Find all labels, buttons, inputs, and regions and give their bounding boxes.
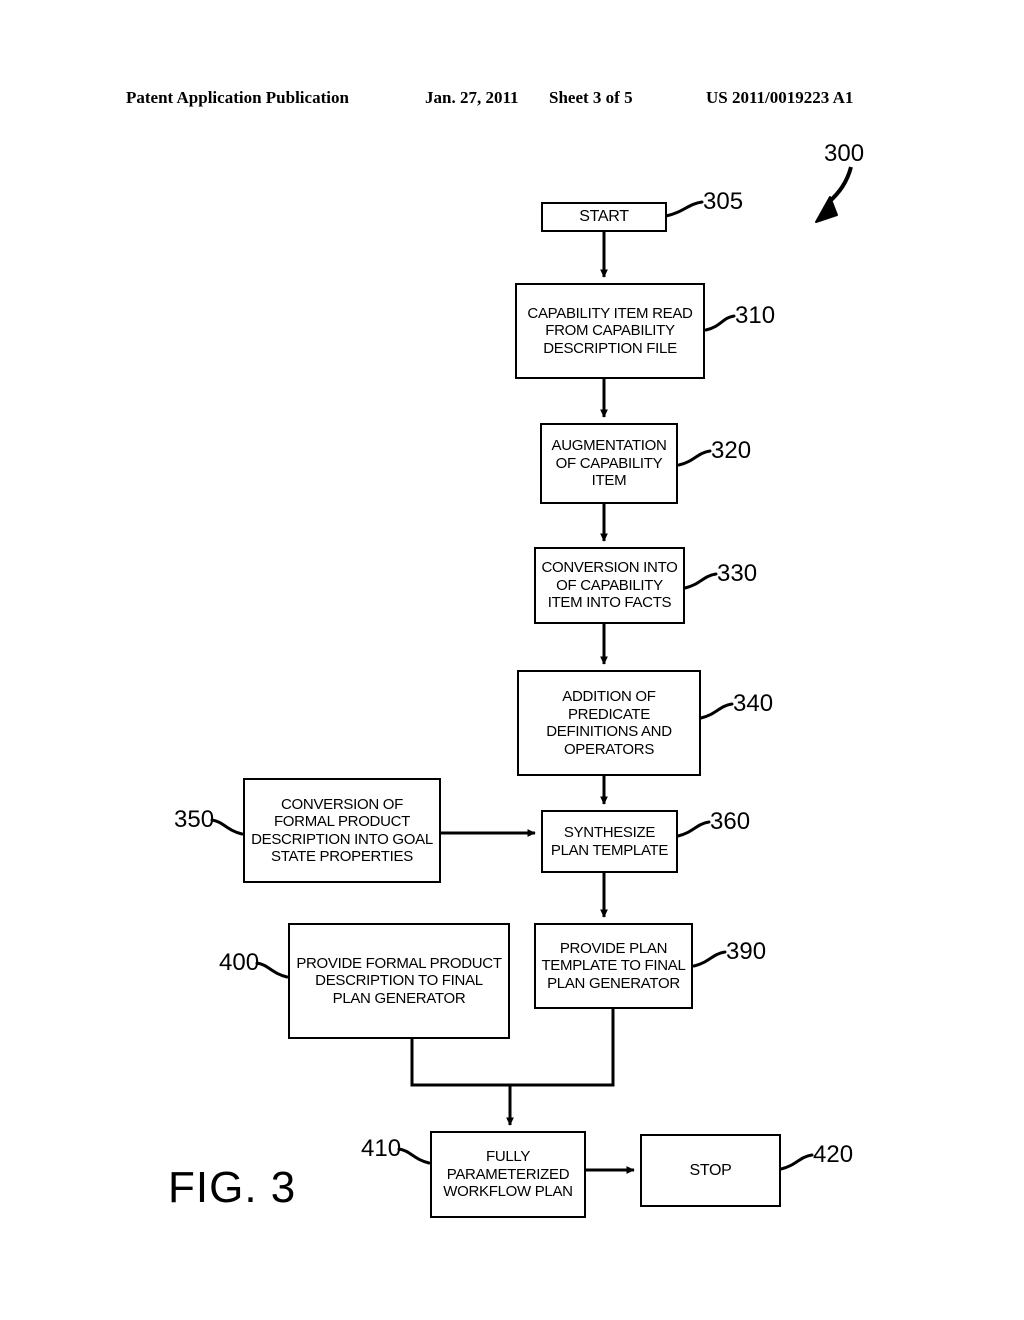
- node-capability-item-read[interactable]: CAPABILITY ITEM READ FROM CAPABILITY DES…: [515, 283, 705, 379]
- refnum-320: 320: [711, 437, 752, 464]
- leader-320: [677, 449, 712, 467]
- leader-360: [676, 820, 711, 838]
- node-provide-formal-product-desc[interactable]: PROVIDE FORMAL PRODUCT DESCRIPTION TO FI…: [288, 923, 510, 1039]
- node-stop[interactable]: STOP: [640, 1134, 781, 1207]
- node-conversion-goal-state[interactable]: CONVERSION OF FORMAL PRODUCT DESCRIPTION…: [243, 778, 441, 883]
- refnum-410: 410: [361, 1135, 402, 1162]
- node-provide-plan-template[interactable]: PROVIDE PLAN TEMPLATE TO FINAL PLAN GENE…: [534, 923, 693, 1009]
- node-synthesize-plan-template[interactable]: SYNTHESIZE PLAN TEMPLATE: [541, 810, 678, 873]
- refnum-390: 390: [726, 938, 767, 965]
- leader-330: [683, 572, 718, 590]
- node-augmentation-of-capability[interactable]: AUGMENTATION OF CAPABILITY ITEM: [540, 423, 678, 504]
- flowchart-connectors: [210, 166, 853, 1174]
- node-fully-parameterized-plan[interactable]: FULLY PARAMETERIZED WORKFLOW PLAN: [430, 1131, 586, 1218]
- leader-400: [255, 961, 289, 979]
- refnum-350: 350: [174, 806, 215, 833]
- leader-305: [664, 200, 704, 218]
- node-conversion-into-facts[interactable]: CONVERSION INTO OF CAPABILITY ITEM INTO …: [534, 547, 685, 624]
- leader-390: [692, 950, 727, 968]
- refnum-340: 340: [733, 690, 774, 717]
- leader-340: [699, 702, 734, 720]
- leader-410: [397, 1147, 431, 1165]
- refnum-305: 305: [703, 188, 744, 215]
- node-addition-of-predicate[interactable]: ADDITION OF PREDICATE DEFINITIONS AND OP…: [517, 670, 701, 776]
- refnum-400: 400: [219, 949, 260, 976]
- leader-420: [779, 1153, 814, 1171]
- figure-caption: FIG. 3: [168, 1163, 297, 1212]
- leader-350: [210, 818, 244, 836]
- refnum-420: 420: [813, 1141, 854, 1168]
- refnum-360: 360: [710, 808, 751, 835]
- leader-310: [704, 314, 736, 332]
- diagram-number-arrowhead: [815, 196, 838, 223]
- refnum-310: 310: [735, 302, 776, 329]
- refnum-300: 300: [824, 140, 865, 167]
- figure-3-flowchart: START CAPABILITY ITEM READ FROM CAPABILI…: [0, 0, 1024, 1320]
- refnum-330: 330: [717, 560, 758, 587]
- node-start[interactable]: START: [541, 202, 667, 232]
- diagram-number-pointer-arrow: [826, 166, 853, 205]
